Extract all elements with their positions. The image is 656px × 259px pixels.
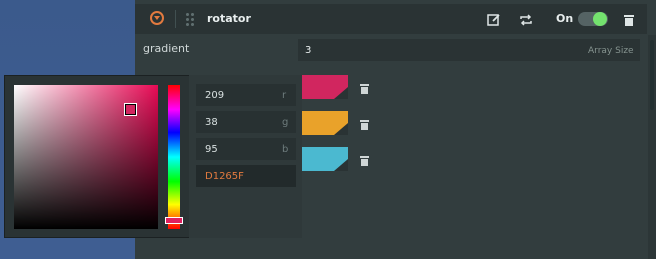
scrollbar-thumb[interactable]: [650, 40, 654, 110]
delete-module-trash-icon[interactable]: [622, 12, 636, 26]
blue-channel-label: b: [282, 144, 289, 155]
toggle-label: On: [556, 12, 574, 25]
green-channel-label: g: [282, 117, 289, 128]
red-channel-value[interactable]: 209: [205, 90, 224, 101]
red-channel-label: r: [282, 90, 287, 101]
gradient-swatch-3[interactable]: [296, 147, 348, 171]
array-size-value[interactable]: 3: [305, 45, 311, 56]
trash-icon[interactable]: [359, 115, 370, 130]
trash-icon[interactable]: [359, 79, 370, 94]
blue-channel-value[interactable]: 95: [205, 144, 218, 155]
green-channel-value[interactable]: 38: [205, 117, 218, 128]
gradient-swatch-1[interactable]: [296, 75, 348, 99]
saturation-value-cursor[interactable]: [124, 103, 137, 116]
repeat-icon[interactable]: [519, 12, 533, 26]
hue-slider[interactable]: [168, 85, 180, 229]
module-title: rotator: [207, 12, 251, 25]
drag-handle-icon[interactable]: [185, 12, 195, 26]
collapse-icon[interactable]: [150, 11, 164, 25]
header-divider: [175, 10, 176, 28]
hex-value[interactable]: D1265F: [205, 171, 244, 182]
gradient-swatch-2[interactable]: [296, 111, 348, 135]
toggle-knob[interactable]: [593, 12, 607, 26]
trash-icon[interactable]: [359, 151, 370, 166]
property-label: gradient: [143, 42, 190, 55]
hue-slider-handle[interactable]: [165, 217, 183, 224]
array-size-suffix: Array Size: [588, 46, 634, 56]
edit-icon[interactable]: [487, 12, 501, 26]
